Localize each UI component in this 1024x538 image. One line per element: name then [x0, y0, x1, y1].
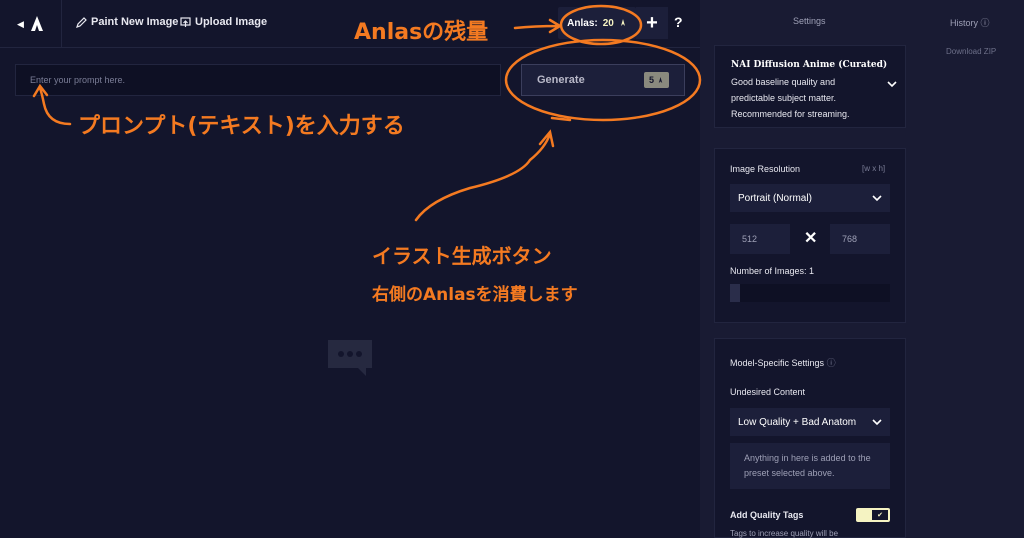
quality-tags-toggle[interactable]: ✔: [856, 508, 890, 522]
chat-bubble-icon: [328, 340, 372, 376]
annotation-generate-note: 右側のAnlasを消費します: [372, 285, 578, 305]
upload-image-label: Upload Image: [195, 16, 268, 28]
annotation-anlas: Anlasの残量: [354, 20, 489, 45]
chevron-left-icon[interactable]: ◀: [17, 19, 24, 30]
model-settings-title-text: Model-Specific Settings: [730, 358, 825, 368]
generate-button[interactable]: Generate 5: [521, 64, 685, 96]
model-selector[interactable]: NAI Diffusion Anime (Curated) Good basel…: [714, 45, 906, 128]
undesired-content-value: Low Quality + Bad Anatom: [738, 416, 857, 428]
number-of-images: Number of Images: 1: [730, 266, 814, 276]
number-of-images-slider[interactable]: [730, 284, 890, 302]
resolution-hint: [w x h]: [862, 164, 886, 173]
prompt-input[interactable]: Enter your prompt here.: [15, 64, 501, 96]
generate-arrow: [414, 129, 555, 222]
chevron-down-icon: [887, 81, 897, 88]
model-settings-title: Model-Specific Settings ⓘ: [730, 356, 836, 369]
novelai-logo-icon: [30, 16, 43, 31]
tab-history-label: History: [950, 18, 979, 28]
width-input[interactable]: 512: [730, 224, 790, 254]
prompt-placeholder: Enter your prompt here.: [30, 75, 126, 85]
annotation-prompt: プロンプト(テキスト)を入力する: [78, 114, 405, 139]
undesired-content-textarea[interactable]: Anything in here is added to the preset …: [730, 443, 890, 489]
chevron-down-icon: [872, 195, 882, 202]
top-bar: ◀ Paint New Image Upload Image Anlas: 20…: [0, 0, 700, 48]
close-icon: ✕: [804, 230, 818, 247]
number-of-images-value: 1: [809, 266, 815, 276]
anlas-count: 20: [602, 17, 614, 29]
paint-new-image-label: Paint New Image: [91, 16, 179, 28]
undesired-content-label: Undesired Content: [730, 387, 806, 397]
help-button[interactable]: ?: [674, 14, 683, 30]
pencil-icon: [76, 16, 87, 28]
download-zip-link[interactable]: Download ZIP: [946, 47, 996, 56]
anlas-label: Anlas:: [567, 17, 598, 29]
chevron-down-icon: [872, 419, 882, 426]
number-of-images-label: Number of Images:: [730, 266, 807, 276]
generate-tick: [550, 116, 572, 122]
check-icon: ✔: [872, 510, 888, 520]
generate-cost-badge: 5: [643, 72, 669, 88]
generate-label: Generate: [537, 74, 585, 86]
height-input[interactable]: 768: [830, 224, 890, 254]
quality-tags-description: Tags to increase quality will be: [730, 529, 839, 538]
quality-tags-label: Add Quality Tags: [730, 510, 804, 520]
annotation-generate-title: イラスト生成ボタン: [372, 244, 552, 268]
info-icon: ⓘ: [980, 18, 990, 28]
logo-area[interactable]: ◀: [0, 0, 62, 48]
paint-new-image-button[interactable]: Paint New Image: [76, 16, 178, 28]
buy-anlas-button[interactable]: +: [636, 7, 668, 39]
resolution-label: Image Resolution: [730, 164, 801, 174]
slider-handle[interactable]: [730, 284, 740, 302]
tab-history[interactable]: History ⓘ: [950, 16, 990, 29]
model-description: Good baseline quality and predictable su…: [731, 77, 850, 119]
resolution-dropdown[interactable]: Portrait (Normal): [730, 184, 890, 212]
anlas-icon: [658, 76, 663, 83]
tab-settings[interactable]: Settings: [793, 16, 826, 26]
resolution-preset: Portrait (Normal): [738, 192, 812, 204]
info-icon: ⓘ: [826, 358, 836, 368]
generate-cost: 5: [648, 75, 654, 85]
upload-icon: [180, 16, 191, 27]
anlas-icon: [620, 19, 625, 26]
anlas-balance[interactable]: Anlas: 20: [558, 7, 636, 39]
model-name: NAI Diffusion Anime (Curated): [731, 60, 888, 70]
upload-image-button[interactable]: Upload Image: [180, 16, 267, 28]
undesired-content-dropdown[interactable]: Low Quality + Bad Anatom: [730, 408, 890, 436]
